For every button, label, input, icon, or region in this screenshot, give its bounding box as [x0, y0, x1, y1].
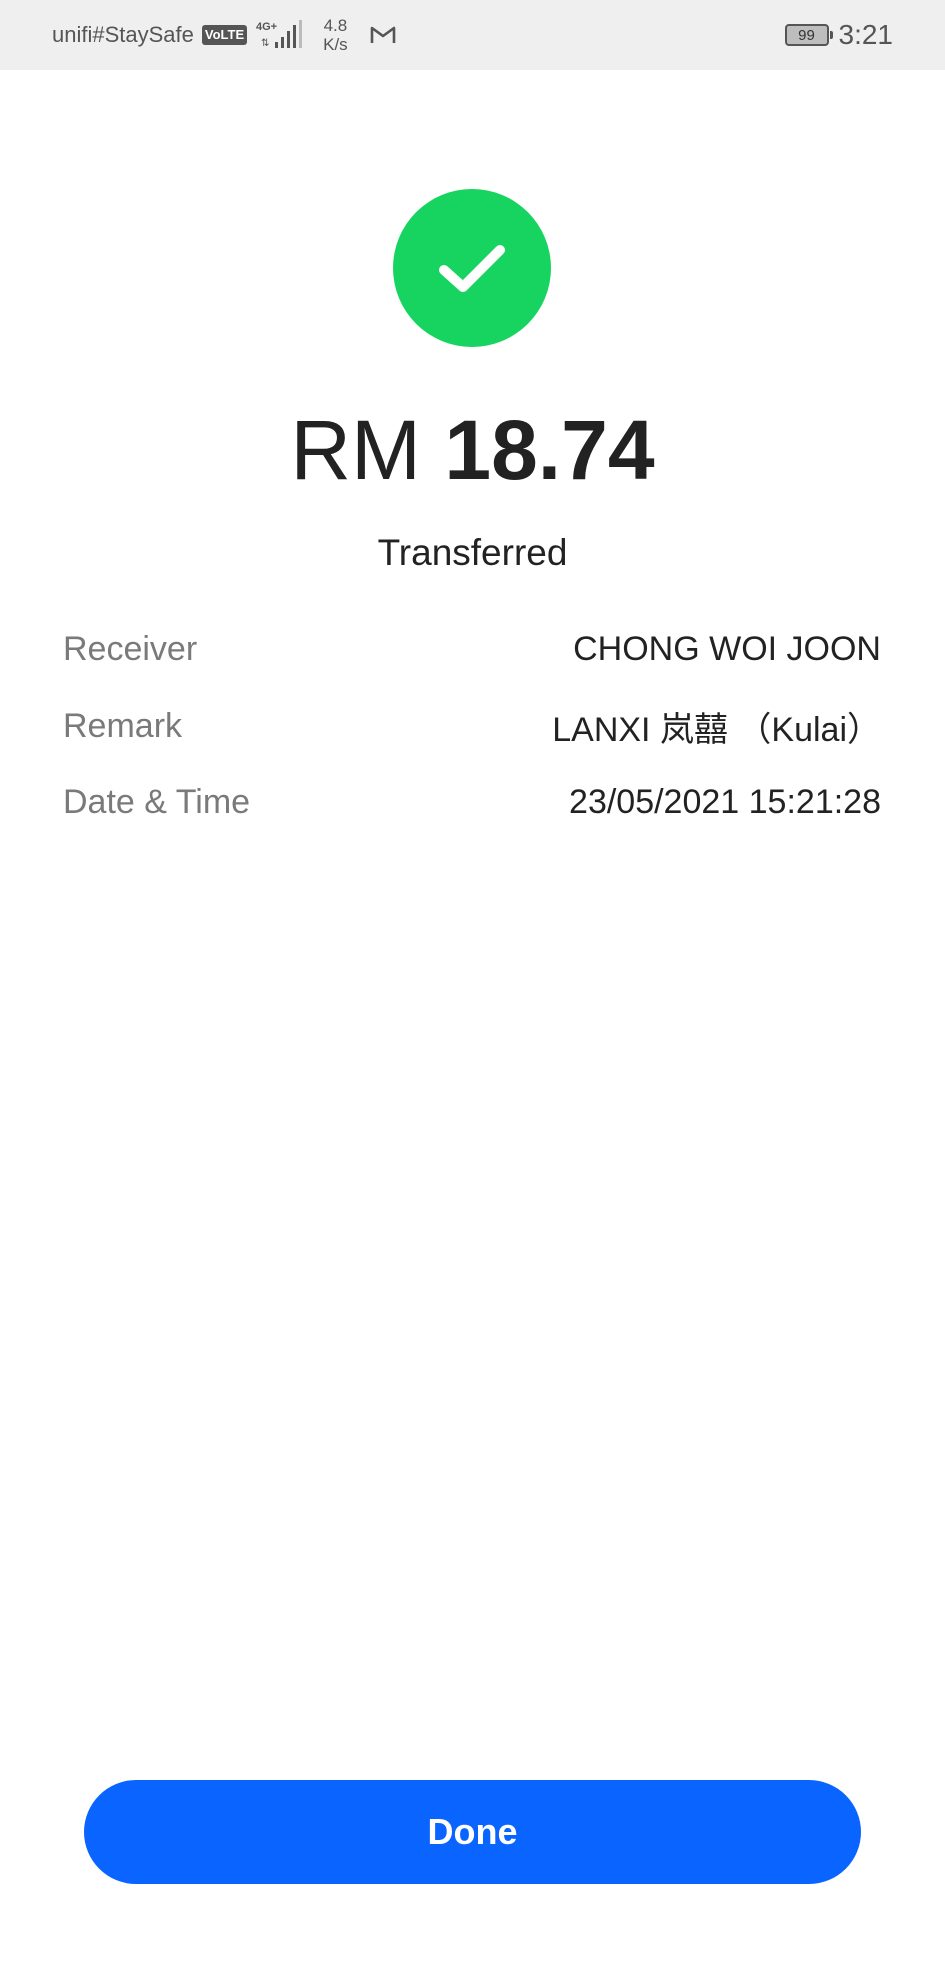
detail-row-remark: Remark LANXI 岚囍 （Kulai）	[63, 701, 881, 751]
status-left: unifi#StaySafe VoLTE 4G+ ⇅ 4.8 K/s	[52, 0, 396, 70]
detail-row-datetime: Date & Time 23/05/2021 15:21:28	[63, 777, 881, 827]
signal-icon: 4G+ ⇅	[255, 18, 305, 52]
status-right: 99 3:21	[784, 0, 894, 70]
transfer-amount: RM 18.74	[0, 400, 945, 500]
battery-level: 99	[798, 26, 815, 44]
datetime-label: Date & Time	[63, 782, 251, 821]
datetime-value: 23/05/2021 15:21:28	[569, 782, 881, 821]
speed-value: 4.8	[323, 16, 348, 35]
currency-label: RM	[290, 403, 422, 497]
success-check-icon	[393, 189, 551, 347]
clock: 3:21	[838, 19, 894, 50]
status-bar: unifi#StaySafe VoLTE 4G+ ⇅ 4.8 K/s 99 3:…	[0, 0, 945, 70]
detail-row-receiver: Receiver CHONG WOI JOON	[63, 624, 881, 674]
speed-unit: K/s	[323, 35, 348, 54]
amount-value: 18.74	[444, 403, 655, 497]
battery-icon: 99	[784, 24, 833, 46]
network-speed: 4.8 K/s	[323, 16, 348, 54]
gmail-icon	[370, 25, 396, 45]
carrier-name: unifi#StaySafe	[52, 22, 194, 47]
transfer-status: Transferred	[377, 532, 568, 573]
volte-badge: VoLTE	[201, 25, 248, 45]
receiver-label: Receiver	[63, 629, 198, 668]
remark-value: LANXI 岚囍 （Kulai）	[552, 710, 881, 749]
receiver-value: CHONG WOI JOON	[573, 629, 881, 668]
remark-label: Remark	[63, 706, 183, 745]
done-button[interactable]: Done	[84, 1780, 861, 1884]
svg-text:⇅: ⇅	[261, 38, 269, 49]
network-type-label: 4G+	[256, 21, 277, 33]
